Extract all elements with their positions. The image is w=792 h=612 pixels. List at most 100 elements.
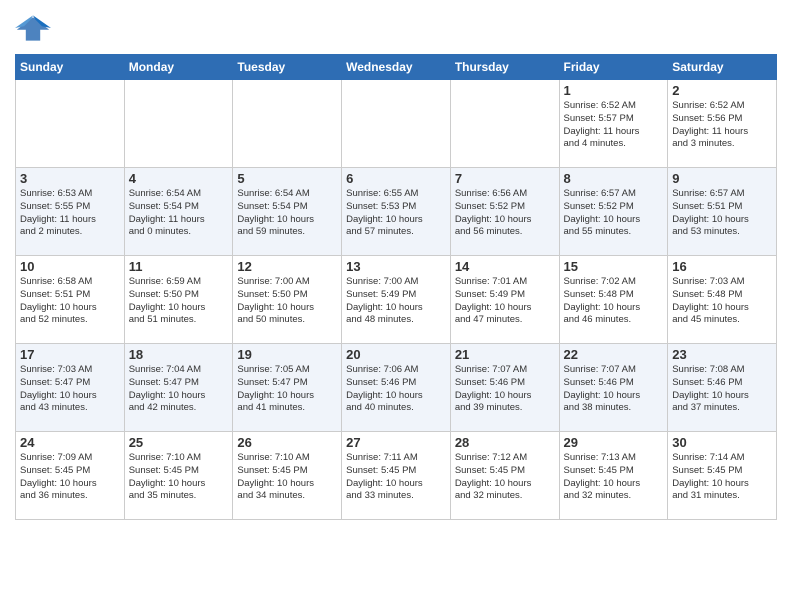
calendar-cell: 9 Sunrise: 6:57 AM Sunset: 5:51 PM Daylig… <box>668 168 777 256</box>
header <box>15 10 777 46</box>
day-info: Sunrise: 7:10 AM Sunset: 5:45 PM Dayligh… <box>129 452 229 503</box>
day-number: 2 <box>672 83 772 98</box>
calendar-cell: 30 Sunrise: 7:14 AM Sunset: 5:45 PM Dayli… <box>668 432 777 520</box>
calendar-cell <box>233 80 342 168</box>
day-number: 7 <box>455 171 555 186</box>
weekday-header-friday: Friday <box>559 55 668 80</box>
calendar: SundayMondayTuesdayWednesdayThursdayFrid… <box>15 54 777 520</box>
day-info: Sunrise: 7:14 AM Sunset: 5:45 PM Dayligh… <box>672 452 772 503</box>
day-info: Sunrise: 7:08 AM Sunset: 5:46 PM Dayligh… <box>672 364 772 415</box>
calendar-cell: 11Sunrise: 6:59 AM Sunset: 5:50 PM Dayli… <box>124 256 233 344</box>
day-info: Sunrise: 7:12 AM Sunset: 5:45 PM Dayligh… <box>455 452 555 503</box>
day-number: 24 <box>20 435 120 450</box>
day-info: Sunrise: 6:54 AM Sunset: 5:54 PM Dayligh… <box>129 188 229 239</box>
calendar-cell <box>16 80 125 168</box>
day-number: 29 <box>564 435 664 450</box>
calendar-cell: 12 Sunrise: 7:00 AM Sunset: 5:50 PM Dayli… <box>233 256 342 344</box>
day-number: 4 <box>129 171 229 186</box>
day-number: 28 <box>455 435 555 450</box>
day-number: 23 <box>672 347 772 362</box>
calendar-cell: 10 Sunrise: 6:58 AM Sunset: 5:51 PM Dayli… <box>16 256 125 344</box>
day-number: 10 <box>20 259 120 274</box>
weekday-header-saturday: Saturday <box>668 55 777 80</box>
calendar-cell: 4 Sunrise: 6:54 AM Sunset: 5:54 PM Daylig… <box>124 168 233 256</box>
day-info: Sunrise: 6:57 AM Sunset: 5:52 PM Dayligh… <box>564 188 664 239</box>
calendar-week-2: 3Sunrise: 6:53 AM Sunset: 5:55 PM Daylig… <box>16 168 777 256</box>
day-info: Sunrise: 7:04 AM Sunset: 5:47 PM Dayligh… <box>129 364 229 415</box>
day-info: Sunrise: 7:13 AM Sunset: 5:45 PM Dayligh… <box>564 452 664 503</box>
calendar-cell <box>342 80 451 168</box>
day-info: Sunrise: 7:00 AM Sunset: 5:49 PM Dayligh… <box>346 276 446 327</box>
calendar-cell: 13 Sunrise: 7:00 AM Sunset: 5:49 PM Dayli… <box>342 256 451 344</box>
calendar-cell <box>124 80 233 168</box>
calendar-week-4: 17 Sunrise: 7:03 AM Sunset: 5:47 PM Dayli… <box>16 344 777 432</box>
calendar-cell: 3Sunrise: 6:53 AM Sunset: 5:55 PM Daylig… <box>16 168 125 256</box>
calendar-cell: 23 Sunrise: 7:08 AM Sunset: 5:46 PM Dayli… <box>668 344 777 432</box>
day-info: Sunrise: 7:03 AM Sunset: 5:47 PM Dayligh… <box>20 364 120 415</box>
day-number: 6 <box>346 171 446 186</box>
weekday-header-row: SundayMondayTuesdayWednesdayThursdayFrid… <box>16 55 777 80</box>
day-info: Sunrise: 7:10 AM Sunset: 5:45 PM Dayligh… <box>237 452 337 503</box>
day-info: Sunrise: 7:05 AM Sunset: 5:47 PM Dayligh… <box>237 364 337 415</box>
calendar-cell: 28 Sunrise: 7:12 AM Sunset: 5:45 PM Dayli… <box>450 432 559 520</box>
day-number: 12 <box>237 259 337 274</box>
calendar-week-5: 24 Sunrise: 7:09 AM Sunset: 5:45 PM Dayli… <box>16 432 777 520</box>
calendar-cell: 17 Sunrise: 7:03 AM Sunset: 5:47 PM Dayli… <box>16 344 125 432</box>
day-number: 27 <box>346 435 446 450</box>
calendar-cell <box>450 80 559 168</box>
calendar-week-1: 1 Sunrise: 6:52 AM Sunset: 5:57 PM Daylig… <box>16 80 777 168</box>
calendar-cell: 16Sunrise: 7:03 AM Sunset: 5:48 PM Dayli… <box>668 256 777 344</box>
day-info: Sunrise: 7:02 AM Sunset: 5:48 PM Dayligh… <box>564 276 664 327</box>
day-number: 18 <box>129 347 229 362</box>
day-number: 19 <box>237 347 337 362</box>
calendar-cell: 15 Sunrise: 7:02 AM Sunset: 5:48 PM Dayli… <box>559 256 668 344</box>
day-number: 14 <box>455 259 555 274</box>
day-info: Sunrise: 7:00 AM Sunset: 5:50 PM Dayligh… <box>237 276 337 327</box>
day-info: Sunrise: 6:52 AM Sunset: 5:56 PM Dayligh… <box>672 100 772 151</box>
day-info: Sunrise: 6:55 AM Sunset: 5:53 PM Dayligh… <box>346 188 446 239</box>
day-number: 20 <box>346 347 446 362</box>
calendar-cell: 27Sunrise: 7:11 AM Sunset: 5:45 PM Dayli… <box>342 432 451 520</box>
calendar-cell: 2 Sunrise: 6:52 AM Sunset: 5:56 PM Daylig… <box>668 80 777 168</box>
day-number: 8 <box>564 171 664 186</box>
day-number: 1 <box>564 83 664 98</box>
day-info: Sunrise: 7:09 AM Sunset: 5:45 PM Dayligh… <box>20 452 120 503</box>
calendar-cell: 19 Sunrise: 7:05 AM Sunset: 5:47 PM Dayli… <box>233 344 342 432</box>
day-info: Sunrise: 6:58 AM Sunset: 5:51 PM Dayligh… <box>20 276 120 327</box>
day-info: Sunrise: 6:54 AM Sunset: 5:54 PM Dayligh… <box>237 188 337 239</box>
day-number: 16 <box>672 259 772 274</box>
day-number: 26 <box>237 435 337 450</box>
calendar-cell: 8 Sunrise: 6:57 AM Sunset: 5:52 PM Daylig… <box>559 168 668 256</box>
day-number: 17 <box>20 347 120 362</box>
logo <box>15 10 55 46</box>
day-number: 21 <box>455 347 555 362</box>
weekday-header-sunday: Sunday <box>16 55 125 80</box>
calendar-cell: 29 Sunrise: 7:13 AM Sunset: 5:45 PM Dayli… <box>559 432 668 520</box>
day-info: Sunrise: 6:53 AM Sunset: 5:55 PM Dayligh… <box>20 188 120 239</box>
calendar-cell: 24 Sunrise: 7:09 AM Sunset: 5:45 PM Dayli… <box>16 432 125 520</box>
weekday-header-thursday: Thursday <box>450 55 559 80</box>
calendar-cell: 14 Sunrise: 7:01 AM Sunset: 5:49 PM Dayli… <box>450 256 559 344</box>
day-number: 30 <box>672 435 772 450</box>
day-info: Sunrise: 7:07 AM Sunset: 5:46 PM Dayligh… <box>564 364 664 415</box>
weekday-header-monday: Monday <box>124 55 233 80</box>
calendar-cell: 25 Sunrise: 7:10 AM Sunset: 5:45 PM Dayli… <box>124 432 233 520</box>
day-number: 13 <box>346 259 446 274</box>
page: SundayMondayTuesdayWednesdayThursdayFrid… <box>0 0 792 535</box>
day-info: Sunrise: 6:57 AM Sunset: 5:51 PM Dayligh… <box>672 188 772 239</box>
day-info: Sunrise: 7:07 AM Sunset: 5:46 PM Dayligh… <box>455 364 555 415</box>
day-number: 25 <box>129 435 229 450</box>
day-number: 22 <box>564 347 664 362</box>
day-number: 9 <box>672 171 772 186</box>
day-number: 5 <box>237 171 337 186</box>
calendar-cell: 22 Sunrise: 7:07 AM Sunset: 5:46 PM Dayli… <box>559 344 668 432</box>
day-info: Sunrise: 7:01 AM Sunset: 5:49 PM Dayligh… <box>455 276 555 327</box>
logo-icon <box>15 10 51 46</box>
calendar-week-3: 10 Sunrise: 6:58 AM Sunset: 5:51 PM Dayli… <box>16 256 777 344</box>
day-number: 15 <box>564 259 664 274</box>
calendar-cell: 26 Sunrise: 7:10 AM Sunset: 5:45 PM Dayli… <box>233 432 342 520</box>
calendar-cell: 1 Sunrise: 6:52 AM Sunset: 5:57 PM Daylig… <box>559 80 668 168</box>
day-info: Sunrise: 6:59 AM Sunset: 5:50 PM Dayligh… <box>129 276 229 327</box>
day-info: Sunrise: 6:52 AM Sunset: 5:57 PM Dayligh… <box>564 100 664 151</box>
day-info: Sunrise: 6:56 AM Sunset: 5:52 PM Dayligh… <box>455 188 555 239</box>
